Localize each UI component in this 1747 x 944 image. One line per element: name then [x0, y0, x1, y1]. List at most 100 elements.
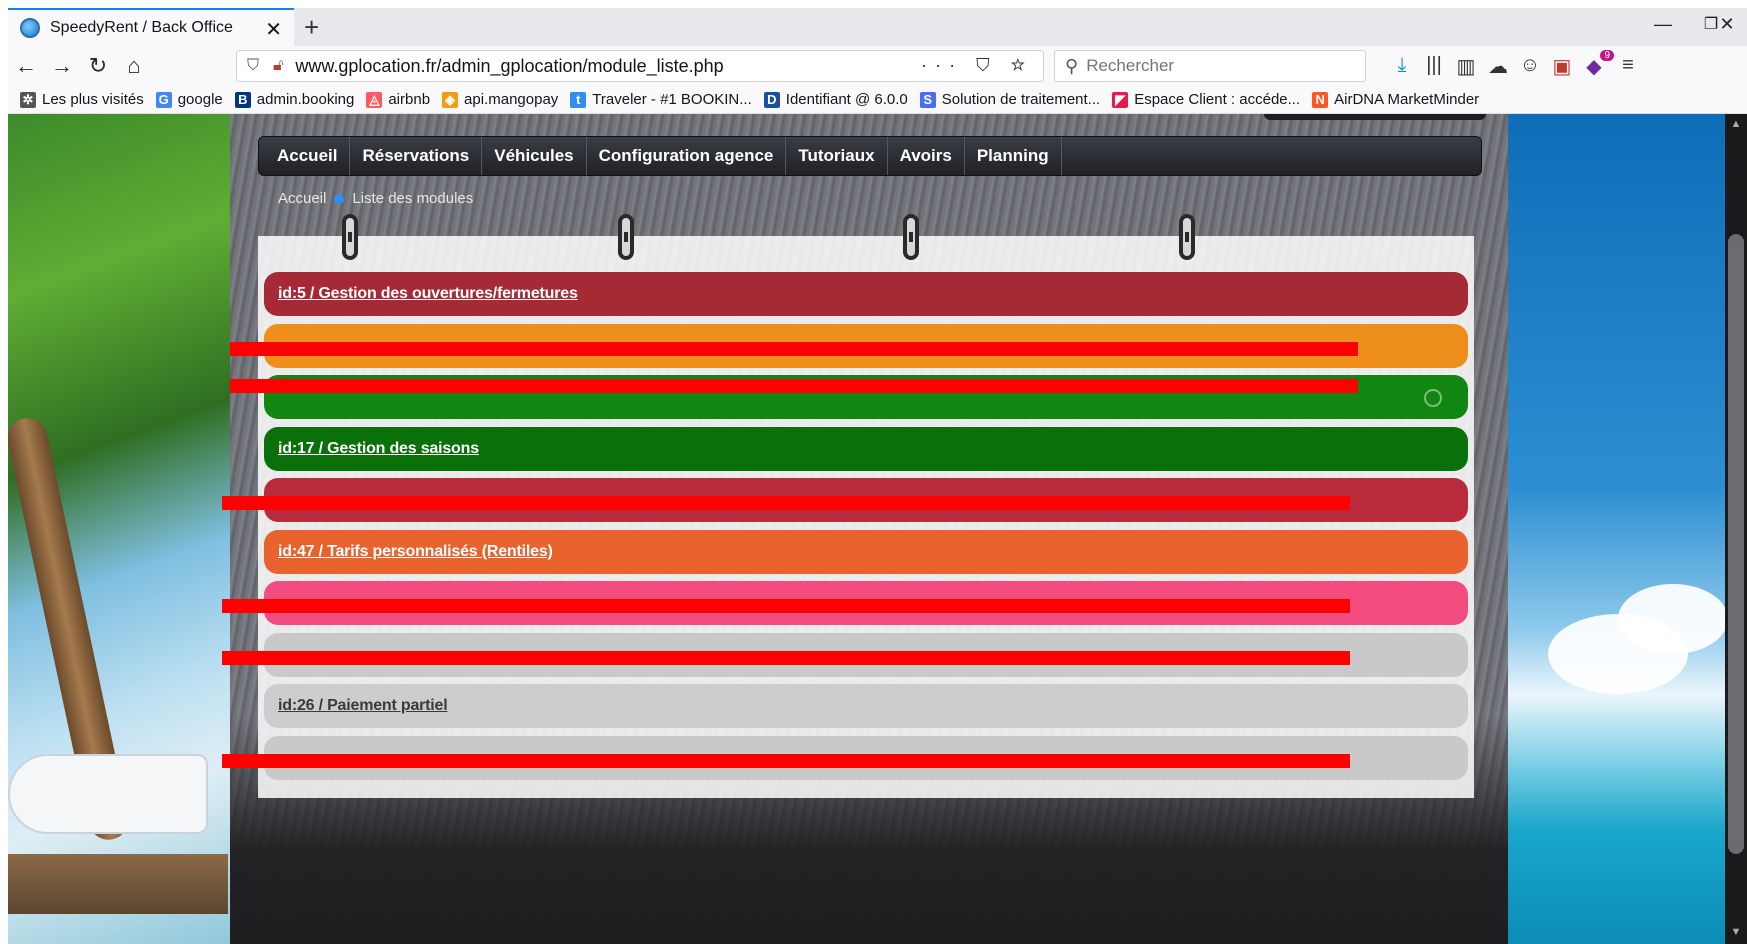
- active-tab[interactable]: SpeedyRent / Back Office ✕: [8, 8, 294, 46]
- notification-badge: 9: [1600, 50, 1614, 61]
- mangopay-icon: ◈: [442, 91, 459, 108]
- cloud: [1618, 584, 1728, 654]
- main-menu: Accueil Réservations Véhicules Configuratio…: [258, 136, 1482, 176]
- bookmark-item[interactable]: Ggoogle: [155, 91, 223, 108]
- menu-item-véhicules[interactable]: Véhicules: [482, 137, 587, 175]
- tab-bar: SpeedyRent / Back Office ✕ + — ❐: [8, 8, 1747, 46]
- downloads-icon[interactable]: ⤓: [1388, 54, 1416, 77]
- header-edge: [1264, 114, 1486, 120]
- espace-icon: ◤: [1112, 91, 1129, 108]
- bookmark-item[interactable]: t Traveler - #1 BOOKIN...: [570, 91, 752, 108]
- breadcrumb-separator-icon: [334, 193, 345, 204]
- breadcrumb-home-link[interactable]: Accueil: [278, 190, 326, 207]
- background-sea-image: [1508, 114, 1747, 944]
- site-favicon-icon: [20, 18, 40, 38]
- airbnb-icon: ◬: [366, 91, 383, 108]
- module-row[interactable]: id:26 / Paiement partiel: [264, 684, 1468, 728]
- yacht-image: [8, 754, 208, 834]
- bookmark-item[interactable]: N AirDNA MarketMinder: [1312, 91, 1479, 108]
- redaction-bar: [230, 342, 1358, 356]
- bookmark-item[interactable]: Badmin.booking: [234, 91, 355, 108]
- gear-icon: ✲: [20, 91, 36, 108]
- bookmark-label: admin.booking: [256, 91, 355, 108]
- bookmark-item[interactable]: ◈ api.mangopay: [442, 91, 558, 108]
- bookmark-item[interactable]: S Solution de traitement...: [919, 91, 1101, 108]
- close-window-icon[interactable]: ✕: [1712, 14, 1742, 35]
- module-row[interactable]: id:5 / Gestion des ouvertures/fermetures: [264, 272, 1468, 316]
- menu-item-tutoriaux[interactable]: Tutoriaux: [786, 137, 888, 175]
- pdf-icon[interactable]: ▣: [1548, 54, 1576, 79]
- google-icon: G: [155, 91, 172, 108]
- module-row[interactable]: id:47 / Tarifs personnalisés (Rentiles): [264, 530, 1468, 574]
- tab-title: SpeedyRent / Back Office: [50, 19, 233, 36]
- notification-icon[interactable]: ◆ 9: [1580, 50, 1614, 79]
- menu-item-configuration-agence[interactable]: Configuration agence: [587, 137, 787, 175]
- tracking-shield-icon[interactable]: ⛉: [247, 57, 259, 75]
- s-icon: S: [919, 91, 936, 108]
- bookmark-label: Identifiant @ 6.0.0: [785, 91, 908, 108]
- module-link[interactable]: id:5 / Gestion des ouvertures/fermetures: [278, 285, 578, 303]
- search-input[interactable]: [1086, 56, 1337, 76]
- navigation-bar: ← → ↻ ⌂ ⛉ 🔓︎ www.gplocation.fr/admin_gpl…: [8, 46, 1747, 86]
- home-icon[interactable]: ⌂: [120, 53, 148, 79]
- menu-item-réservations[interactable]: Réservations: [350, 137, 483, 175]
- sidebar-icon[interactable]: ▥: [1452, 54, 1480, 79]
- module-link[interactable]: id:47 / Tarifs personnalisés (Rentiles): [278, 543, 553, 561]
- binder-ring-icon: [1179, 214, 1195, 260]
- breadcrumb-current: Liste des modules: [352, 190, 474, 207]
- page-scrollbar[interactable]: ▲ ▼: [1725, 114, 1747, 944]
- traveler-icon: t: [570, 91, 587, 108]
- page-actions-icon[interactable]: ··· ⛉ ☆: [921, 55, 1033, 76]
- bookmark-item[interactable]: ◬ airbnb: [366, 91, 430, 108]
- bookmark-item[interactable]: ◤ Espace Client : accéde...: [1112, 91, 1300, 108]
- extension-icon[interactable]: ☁: [1484, 54, 1512, 79]
- forward-icon[interactable]: →: [48, 53, 76, 79]
- menu-icon[interactable]: ≡: [1614, 54, 1642, 77]
- account-icon[interactable]: ☺: [1516, 54, 1544, 77]
- reload-icon[interactable]: ↻: [84, 53, 112, 79]
- binder-ring-icon: [342, 214, 358, 260]
- redaction-bar: [222, 496, 1350, 510]
- back-icon[interactable]: ←: [12, 53, 40, 79]
- menu-item-planning[interactable]: Planning: [965, 137, 1062, 175]
- bookmark-label: airbnb: [388, 91, 431, 108]
- menu-item-avoirs[interactable]: Avoirs: [888, 137, 965, 175]
- bookmarks-bar: ✲ Les plus visités Ggoogle Badmin.booking ◬ a…: [8, 86, 1747, 114]
- browser-window: SpeedyRent / Back Office ✕ + — ❐ ✕ ← → ↻…: [8, 8, 1747, 944]
- module-row[interactable]: id:17 / Gestion des saisons: [264, 427, 1468, 471]
- bookmark-label: Traveler - #1 BOOKIN...: [592, 91, 752, 108]
- url-bar[interactable]: ⛉ 🔓︎ www.gplocation.fr/admin_gplocation/…: [236, 50, 1044, 82]
- bookmark-label: Espace Client : accéde...: [1134, 91, 1301, 108]
- minimize-icon[interactable]: —: [1648, 14, 1678, 35]
- binder-ring-icon: [903, 214, 919, 260]
- module-link[interactable]: id:26 / Paiement partiel: [278, 697, 448, 715]
- url-text[interactable]: www.gplocation.fr/admin_gplocation/modul…: [295, 56, 723, 77]
- redaction-bar: [222, 599, 1350, 613]
- bookmark-item[interactable]: D Identifiant @ 6.0.0: [763, 91, 908, 108]
- bookmark-label: api.mangopay: [464, 91, 559, 108]
- airdna-icon: N: [1312, 91, 1329, 108]
- new-tab-icon[interactable]: +: [304, 12, 319, 43]
- scroll-up-icon[interactable]: ▲: [1728, 118, 1744, 132]
- bookmark-item[interactable]: ✲ Les plus visités: [20, 91, 144, 108]
- bookmark-label: Solution de traitement...: [941, 91, 1101, 108]
- scroll-thumb[interactable]: [1728, 234, 1744, 854]
- menu-item-accueil[interactable]: Accueil: [265, 137, 351, 175]
- insecure-lock-icon[interactable]: 🔓︎: [273, 57, 283, 75]
- binder-ring-icon: [618, 214, 634, 260]
- bookmark-label: AirDNA MarketMinder: [1334, 91, 1480, 108]
- scroll-down-icon[interactable]: ▼: [1728, 926, 1744, 940]
- breadcrumb: Accueil Liste des modules: [278, 190, 473, 207]
- background-palm-image: [8, 114, 238, 944]
- pier-image: [8, 854, 228, 914]
- module-link[interactable]: id:17 / Gestion des saisons: [278, 440, 479, 458]
- redaction-bar: [230, 379, 1358, 393]
- library-icon[interactable]: |||: [1420, 54, 1448, 77]
- bookmark-label: Les plus visités: [42, 91, 144, 108]
- search-bar[interactable]: ⚲: [1054, 50, 1366, 82]
- status-dot-icon: [1424, 389, 1442, 407]
- d-icon: D: [763, 91, 780, 108]
- booking-icon: B: [234, 91, 251, 108]
- close-tab-icon[interactable]: ✕: [265, 17, 282, 42]
- bookmark-label: google: [177, 91, 223, 108]
